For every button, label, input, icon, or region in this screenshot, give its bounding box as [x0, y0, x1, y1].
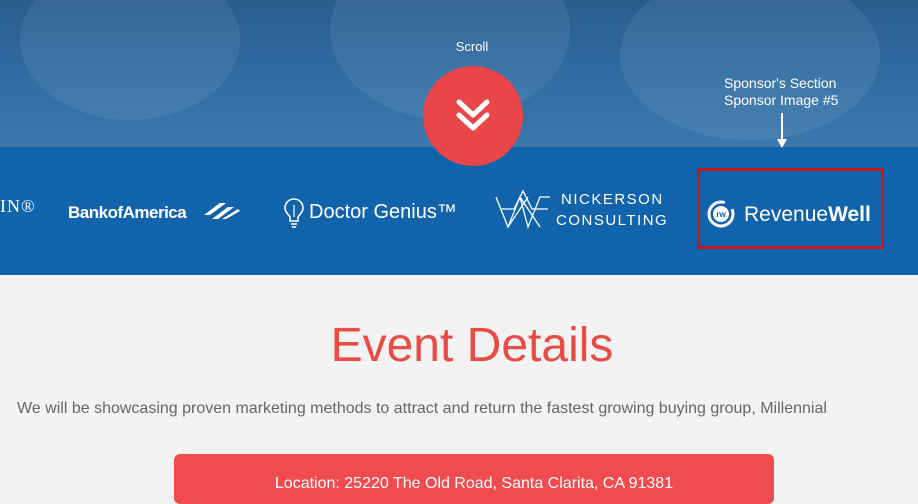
location-button[interactable]: Location: 25220 The Old Road, Santa Clar… — [174, 454, 774, 504]
scroll-label: Scroll — [455, 39, 489, 54]
sponsor-logo-bank-of-america[interactable]: BankofAmerica — [68, 203, 240, 223]
annotation-line-1: Sponsor's Section — [724, 75, 837, 91]
nickerson-wordmark-line-2: CONSULTING — [556, 212, 669, 229]
sponsor-logo-partial[interactable]: IN® — [0, 196, 36, 217]
annotation-arrow-icon — [777, 113, 787, 148]
sponsor-logo-nickerson-consulting[interactable]: NICKERSON CONSULTING — [494, 187, 667, 238]
sponsor-logo-revenuewell[interactable]: rw RevenueWell — [706, 199, 871, 235]
hero-background-shape — [20, 0, 240, 120]
event-details-heading: Event Details — [330, 319, 614, 372]
double-chevron-down-icon — [456, 99, 490, 131]
bank-of-america-wordmark: BankofAmerica — [68, 203, 187, 222]
revenuewell-wordmark: RevenueWell — [744, 203, 871, 227]
annotation-callout: Sponsor's Section Sponsor Image #5 — [724, 75, 838, 109]
revenuewell-badge-text: rw — [716, 210, 726, 219]
sponsor-logo-doctor-genius[interactable]: Doctor Genius™ — [284, 197, 457, 235]
doctor-genius-wordmark: Doctor Genius™ — [309, 201, 457, 223]
sponsor-section: IN® BankofAmerica Doctor Genius™ NICKERS… — [0, 147, 918, 275]
scroll-down-button[interactable] — [423, 66, 523, 166]
event-description: We will be showcasing proven marketing m… — [17, 400, 827, 417]
bank-of-america-flag-icon — [204, 203, 240, 219]
revenuewell-badge-icon: rw — [707, 200, 735, 228]
lightbulb-icon — [284, 198, 304, 228]
revenuewell-wordmark-light: Revenue — [744, 203, 829, 226]
hero-background-shape — [620, 0, 880, 140]
annotation-line-2: Sponsor Image #5 — [724, 92, 839, 108]
nickerson-monogram-icon — [495, 189, 550, 230]
revenuewell-wordmark-bold: Well — [828, 203, 871, 226]
nickerson-wordmark-line-1: NICKERSON — [561, 191, 664, 208]
